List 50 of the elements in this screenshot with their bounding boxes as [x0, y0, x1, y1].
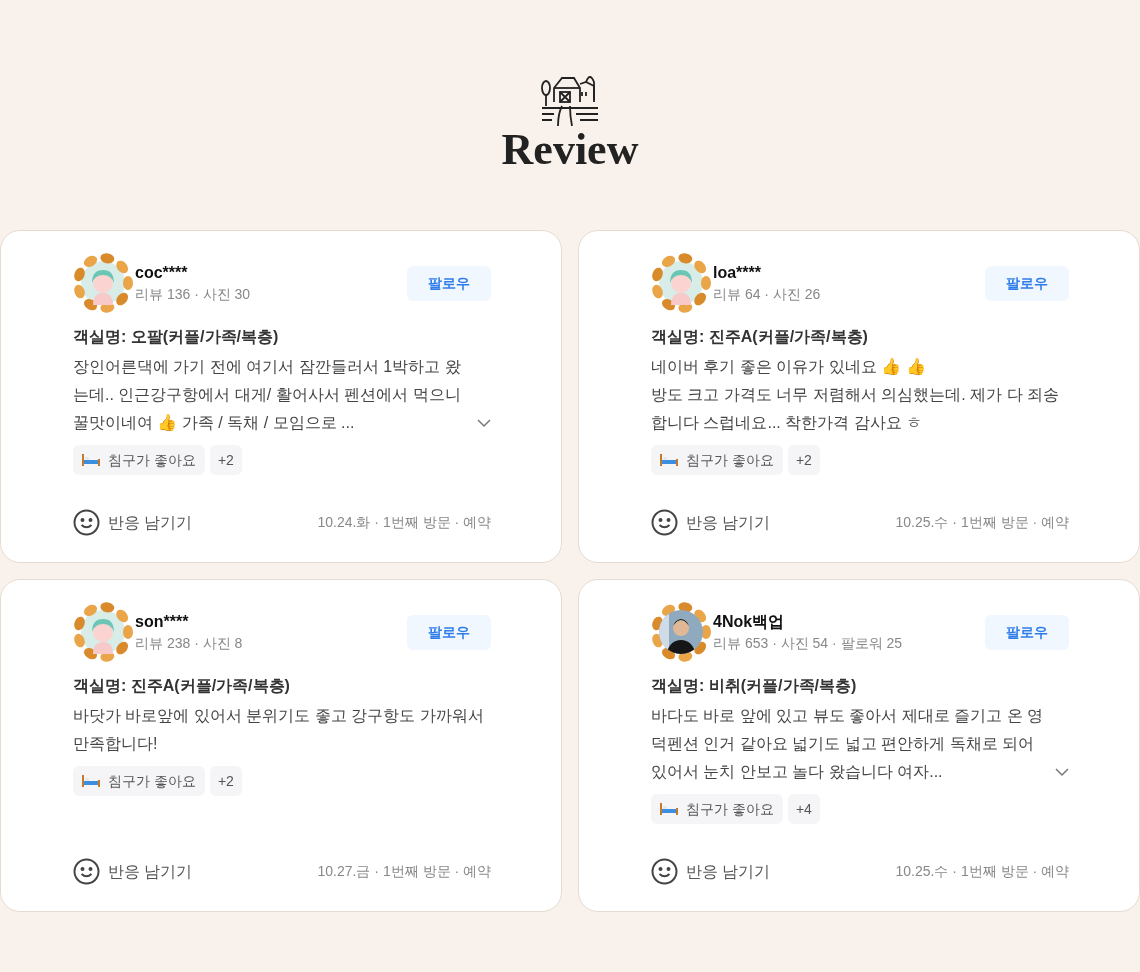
visit-info: 10.27.금 · 1번째 방문 · 예약 — [317, 862, 491, 881]
avatar-icon — [73, 602, 133, 662]
tag-label: 침구가 좋아요 — [686, 799, 774, 819]
tag-label: 침구가 좋아요 — [686, 450, 774, 470]
review-text: 장인어른댁에 가기 전에 여기서 잠깐들러서 1박하고 왔는데.. 인근강구항에서 대게/ 활어사서 펜션에서 먹으니 꿀맛이네여 👍 가족 / 독채 / 모임으로 ... — [73, 357, 462, 433]
avatar-icon — [73, 253, 133, 313]
bed-icon — [660, 454, 678, 466]
more-tags-count: +2 — [209, 445, 242, 475]
bed-icon — [660, 803, 678, 815]
react-button[interactable]: 반응 남기기 — [651, 858, 771, 885]
bed-icon — [82, 454, 100, 466]
smiley-icon — [73, 858, 100, 885]
smiley-icon — [651, 858, 678, 885]
tag-label: 침구가 좋아요 — [108, 771, 196, 791]
user-name: son**** — [135, 612, 190, 632]
visit-info: 10.24.화 · 1번째 방문 · 예약 — [317, 513, 491, 532]
page-title: Review — [501, 126, 639, 174]
user-stats: 리뷰 653 · 사진 54 · 팔로워 25 — [713, 634, 903, 653]
user-stats: 리뷰 136 · 사진 30 — [135, 285, 251, 304]
follow-button[interactable]: 팔로우 — [985, 615, 1069, 650]
avatar-icon — [651, 253, 711, 313]
follow-button[interactable]: 팔로우 — [407, 266, 491, 301]
more-tags-count: +4 — [787, 794, 820, 824]
smiley-icon — [651, 509, 678, 536]
smiley-icon — [73, 509, 100, 536]
follow-button[interactable]: 팔로우 — [985, 266, 1069, 301]
visit-info: 10.25.수 · 1번째 방문 · 예약 — [895, 862, 1069, 881]
chevron-down-icon[interactable] — [1055, 767, 1069, 777]
follow-button[interactable]: 팔로우 — [407, 615, 491, 650]
review-text: 네이버 후기 좋은 이유가 있네요 👍 👍 방도 크고 가격도 너무 저렴해서 의심했는데. 제가 다 죄송합니다 스럽네요... 착한가격 감사요 ㅎ — [651, 357, 1060, 433]
react-button[interactable]: 반응 남기기 — [73, 858, 193, 885]
user-stats: 리뷰 64 · 사진 26 — [713, 285, 821, 304]
user-name: coc**** — [135, 263, 189, 283]
room-name: 객실명: 진주A(커플/가족/복층) — [651, 327, 869, 347]
user-stats: 리뷰 238 · 사진 8 — [135, 634, 243, 653]
chevron-down-icon[interactable] — [477, 418, 491, 428]
visit-info: 10.25.수 · 1번째 방문 · 예약 — [895, 513, 1069, 532]
bed-icon — [82, 775, 100, 787]
more-tags-count: +2 — [209, 766, 242, 796]
user-name: 4Nok백업 — [713, 612, 786, 632]
review-text: 바다도 바로 앞에 있고 뷰도 좋아서 제대로 즐기고 온 영덕펜션 인거 같아요 넓기도 넓고 편안하게 독채로 되어 있어서 눈치 안보고 놀다 왔습니다 여자... — [651, 706, 1044, 782]
room-name: 객실명: 비취(커플/가족/복층) — [651, 676, 858, 696]
room-name: 객실명: 오팔(커플/가족/복층) — [73, 327, 280, 347]
react-button[interactable]: 반응 남기기 — [651, 509, 771, 536]
react-button[interactable]: 반응 남기기 — [73, 509, 193, 536]
room-name: 객실명: 진주A(커플/가족/복층) — [73, 676, 291, 696]
tag-label: 침구가 좋아요 — [108, 450, 196, 470]
review-text: 바닷가 바로앞에 있어서 분위기도 좋고 강구항도 가까워서 만족합니다! — [73, 706, 485, 754]
more-tags-count: +2 — [787, 445, 820, 475]
user-name: loa**** — [713, 263, 763, 283]
